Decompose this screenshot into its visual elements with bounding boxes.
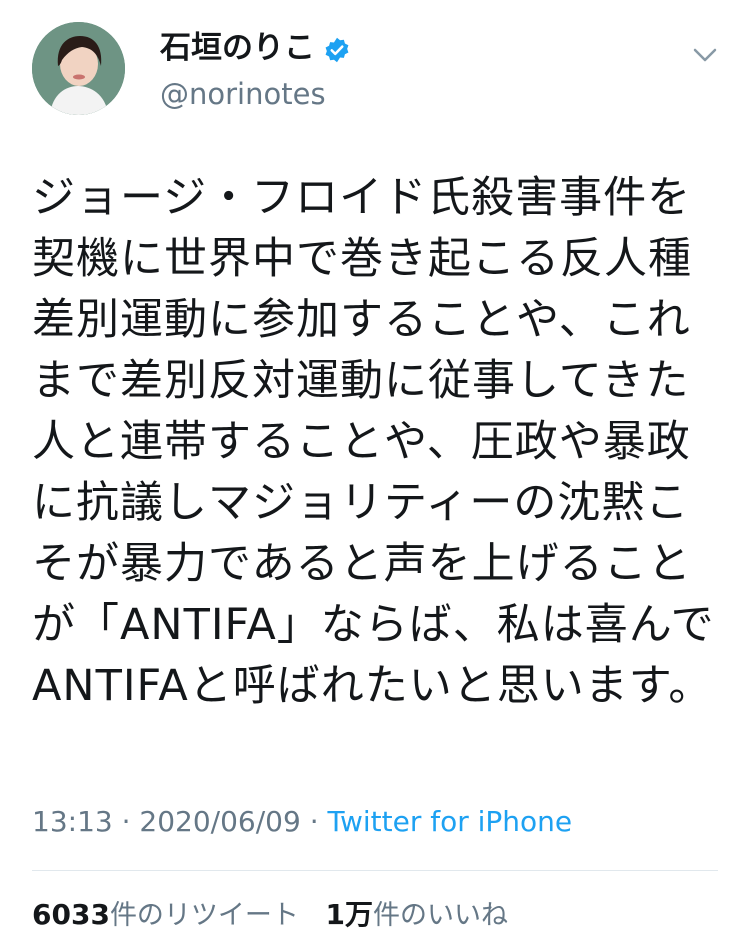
chevron-down-icon[interactable] — [688, 38, 722, 72]
retweet-stat[interactable]: 6033件のリツイート — [32, 898, 299, 931]
user-avatar[interactable] — [32, 22, 125, 115]
retweet-label: 件のリツイート — [109, 900, 299, 931]
like-count: 1万 — [325, 898, 374, 931]
display-name[interactable]: 石垣のりこ — [160, 28, 315, 68]
user-handle[interactable]: @norinotes — [160, 74, 351, 114]
tweet-text: ジョージ・フロイド氏殺害事件を 契機に世界中で巻き起こる反人種 差別運動に参加す… — [32, 173, 715, 711]
meta-separator: · — [300, 805, 328, 838]
retweet-count: 6033 — [32, 898, 110, 931]
tweet-stats: 6033件のリツイート 1万件のいいね — [32, 893, 526, 933]
like-stat[interactable]: 1万件のいいね — [325, 898, 509, 931]
tweet-source-link[interactable]: Twitter for iPhone — [328, 805, 573, 838]
tweet-meta: 13:13 · 2020/06/09 · Twitter for iPhone — [32, 805, 572, 838]
divider — [32, 870, 718, 871]
tweet-header: 石垣のりこ @norinotes — [32, 22, 722, 130]
display-name-row[interactable]: 石垣のりこ — [160, 28, 351, 68]
avatar-portrait-icon — [32, 22, 125, 115]
tweet-date[interactable]: 2020/06/09 — [139, 805, 300, 838]
verified-badge-icon — [323, 34, 351, 63]
like-label: 件のいいね — [373, 900, 509, 931]
tweet-time[interactable]: 13:13 — [32, 805, 113, 838]
user-names: 石垣のりこ @norinotes — [160, 28, 351, 114]
meta-separator: · — [112, 805, 140, 838]
